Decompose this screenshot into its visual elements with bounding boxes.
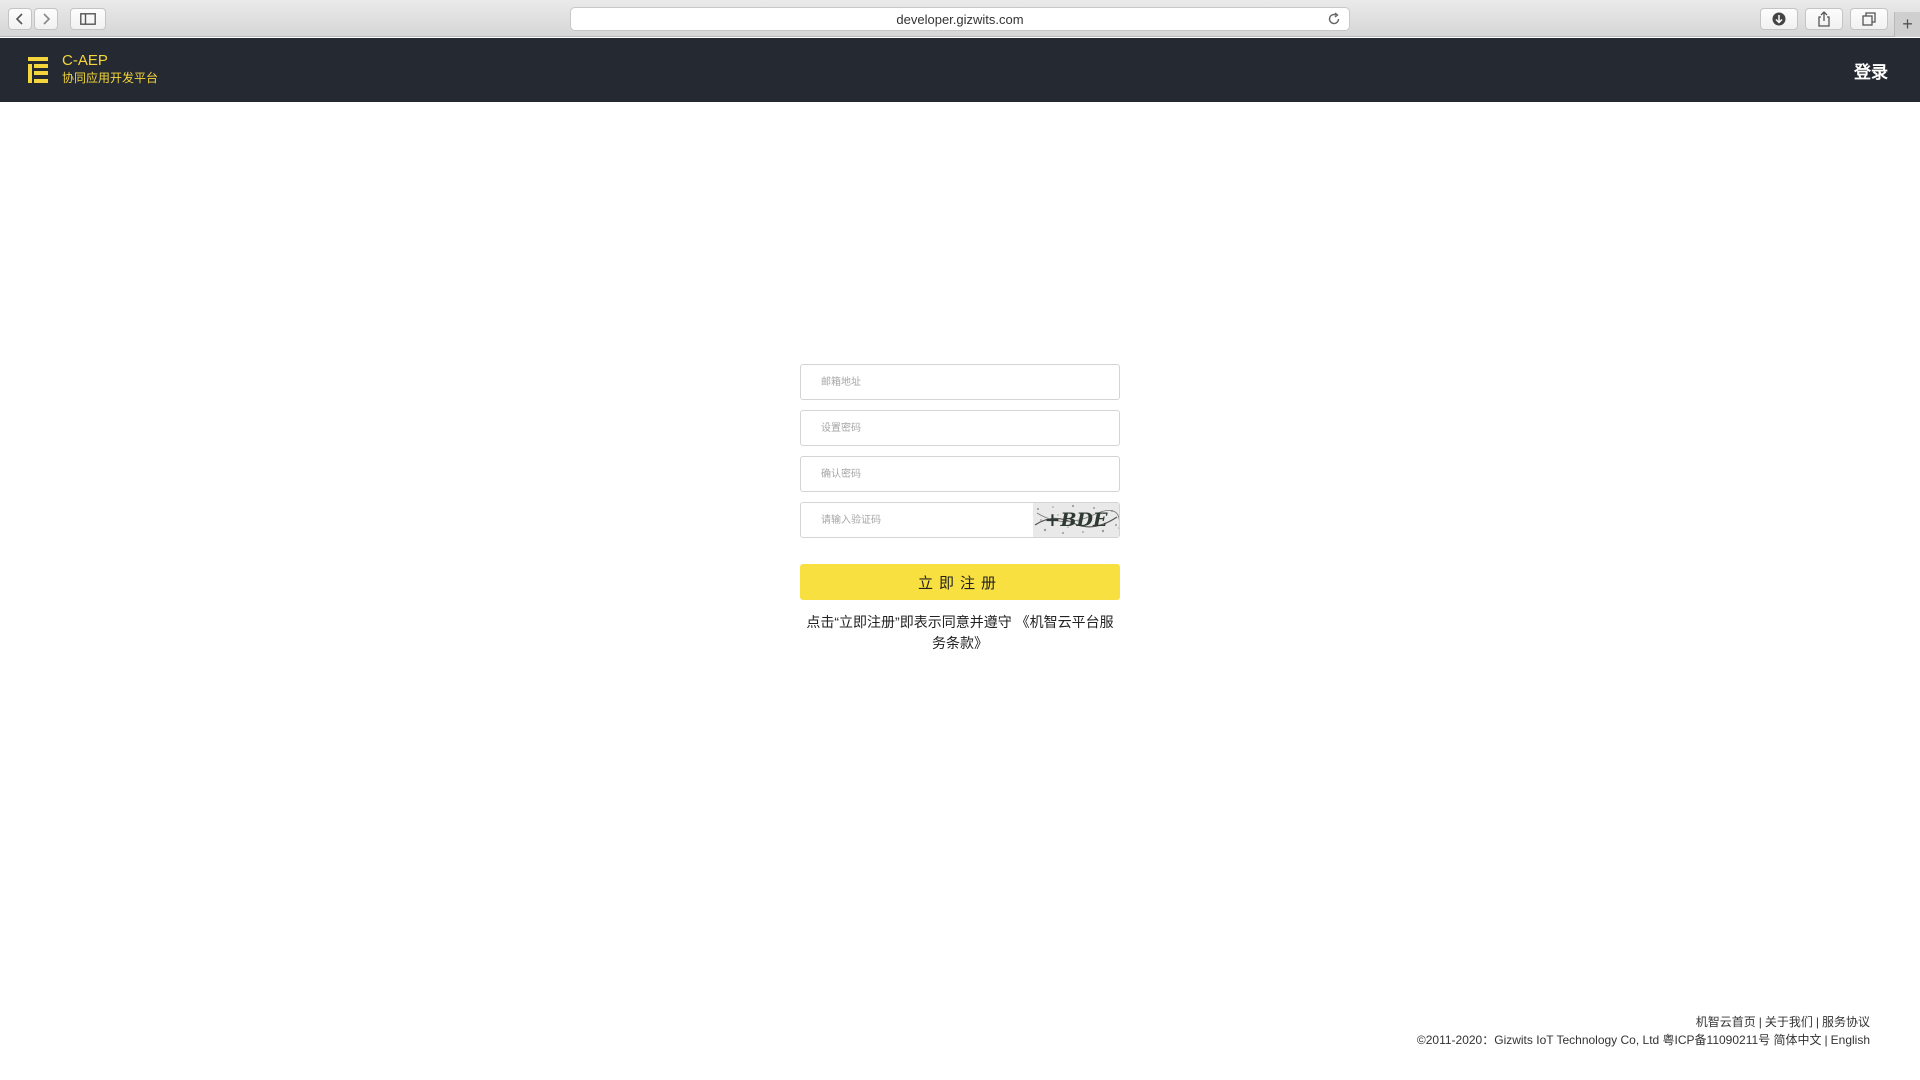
- back-icon: [15, 13, 23, 25]
- footer-links: 机智云首页 | 关于我们 | 服务协议: [1417, 1013, 1870, 1031]
- reload-icon[interactable]: [1327, 12, 1341, 26]
- captcha-image[interactable]: +BDE: [1033, 503, 1119, 537]
- back-button[interactable]: [8, 8, 32, 30]
- new-tab-button[interactable]: +: [1894, 12, 1920, 37]
- sidebar-button[interactable]: [70, 8, 106, 30]
- footer-copyright-line: ©2011-2020：Gizwits IoT Technology Co, Lt…: [1417, 1031, 1870, 1049]
- register-button[interactable]: 立即注册: [800, 564, 1120, 600]
- share-button[interactable]: [1805, 8, 1843, 30]
- browser-toolbar: developer.gizwits.com +: [0, 0, 1920, 37]
- footer-separator: |: [1824, 1033, 1828, 1047]
- password-field[interactable]: [801, 411, 1119, 445]
- share-icon: [1818, 11, 1830, 27]
- captcha-field-wrapper: +BDE: [800, 502, 1120, 538]
- brand-name: C-AEP: [62, 52, 108, 69]
- footer-link-about[interactable]: 关于我们: [1765, 1015, 1813, 1029]
- lang-en-link[interactable]: English: [1831, 1033, 1870, 1047]
- brand-subtitle: 协同应用开发平台: [62, 71, 159, 85]
- forward-icon: [43, 13, 51, 25]
- copyright-text: ©2011-2020：Gizwits IoT Technology Co, Lt…: [1416, 1033, 1771, 1047]
- tabs-button[interactable]: [1850, 8, 1888, 30]
- forward-button[interactable]: [34, 8, 58, 30]
- site-header: C-AEP 协同应用开发平台 登录: [0, 38, 1920, 102]
- plus-icon: +: [1902, 14, 1913, 34]
- captcha-input[interactable]: [801, 503, 1033, 537]
- email-field-wrapper: [800, 364, 1120, 400]
- footer: 机智云首页 | 关于我们 | 服务协议 ©2011-2020：Gizwits IoT T…: [1417, 1013, 1870, 1049]
- password-field-wrapper: [800, 410, 1120, 446]
- register-form: +BDE 立即注册 点击“立即注册”即表示同意并遵守 《机智云平台服务条款》: [800, 364, 1120, 654]
- url-text: developer.gizwits.com: [896, 11, 1024, 27]
- confirm-password-field-wrapper: [800, 456, 1120, 492]
- download-icon: [1772, 12, 1786, 26]
- footer-separator: |: [1758, 1015, 1762, 1029]
- confirm-password-field[interactable]: [801, 457, 1119, 491]
- email-field[interactable]: [801, 365, 1119, 399]
- tabs-icon: [1862, 12, 1876, 26]
- login-link[interactable]: 登录: [1854, 58, 1888, 83]
- captcha-noise: +BDE: [1033, 503, 1119, 537]
- gizwits-logo-icon[interactable]: [28, 57, 50, 83]
- footer-link-home[interactable]: 机智云首页: [1696, 1015, 1756, 1029]
- address-bar[interactable]: developer.gizwits.com: [570, 7, 1350, 31]
- download-button[interactable]: [1760, 8, 1798, 30]
- terms-notice: 点击“立即注册”即表示同意并遵守 《机智云平台服务条款》: [800, 612, 1120, 654]
- captcha-text: +BDE: [1045, 509, 1108, 531]
- footer-separator: |: [1815, 1015, 1819, 1029]
- terms-prefix: 点击“立即注册”即表示同意并遵守: [806, 614, 1012, 630]
- footer-link-agreement[interactable]: 服务协议: [1822, 1015, 1870, 1029]
- sidebar-icon: [80, 13, 96, 25]
- brand[interactable]: C-AEP 协同应用开发平台: [62, 52, 158, 86]
- lang-zh-link[interactable]: 简体中文: [1774, 1033, 1822, 1047]
